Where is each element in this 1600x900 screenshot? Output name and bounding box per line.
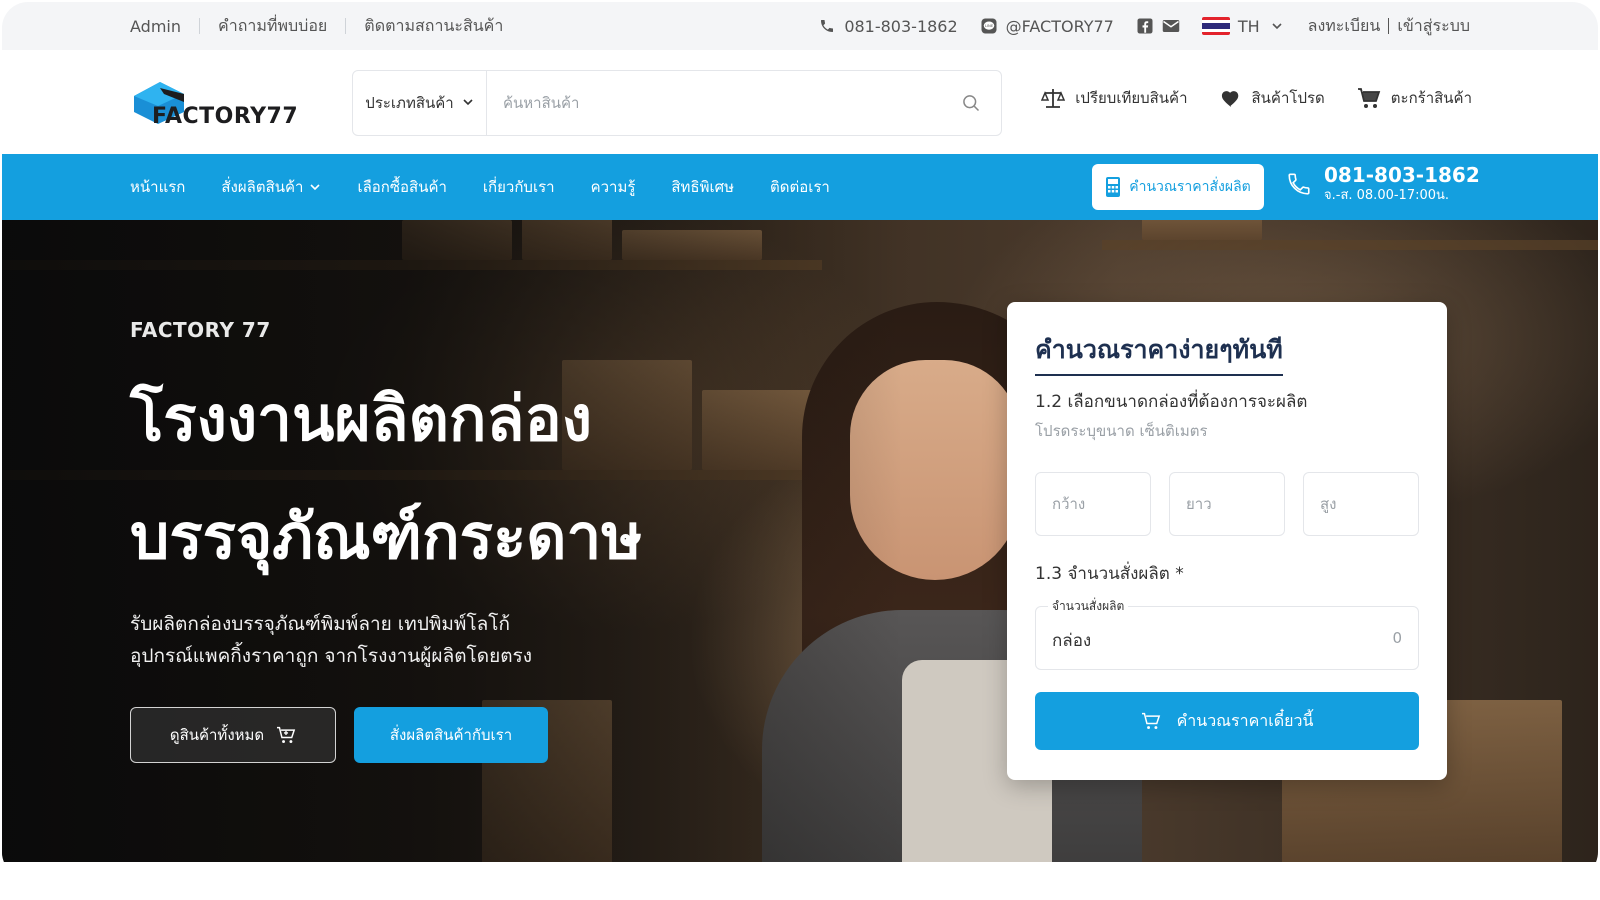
price-calculator-card: คำนวณราคาง่ายๆทันที 1.2 เลือกขนาดกล่องที… (1007, 302, 1447, 780)
topbar-phone-number: 081-803-1862 (844, 16, 958, 36)
calculate-now-label: คำนวณราคาเดี๋ยวนี้ (1176, 710, 1314, 730)
nav-phone-number: 081-803-1862 (1324, 163, 1480, 187)
category-select-label: ประเภทสินค้า (365, 94, 454, 112)
nav-item-shop[interactable]: เลือกซื้อสินค้า (357, 175, 446, 199)
compare-products-link[interactable]: เปรียบเทียบสินค้า (1041, 86, 1188, 110)
cart-link[interactable]: ตะกร้าสินค้า (1357, 86, 1472, 110)
box-size-hint: โปรดระบุขนาด เซ็นติเมตร (1035, 422, 1208, 440)
nav-phone-contact[interactable]: 081-803-1862 จ.-ส. 08.00-17:00น. (1286, 163, 1480, 205)
header-actions: เปรียบเทียบสินค้า สินค้าโปรด ตะกร้าสินค้… (1009, 86, 1472, 110)
compare-label: เปรียบเทียบสินค้า (1075, 89, 1188, 107)
nav-item-privileges[interactable]: สิทธิพิเศษ (671, 175, 734, 199)
dimension-inputs (1035, 472, 1419, 536)
cart-icon (1141, 712, 1160, 730)
nav-phone-text: 081-803-1862 จ.-ส. 08.00-17:00น. (1324, 163, 1480, 205)
register-link[interactable]: ลงทะเบียน (1308, 14, 1381, 39)
wishlist-link[interactable]: สินค้าโปรด (1220, 86, 1325, 110)
calc-button-label: คำนวณราคาสั่งผลิต (1129, 179, 1251, 195)
calculate-now-button[interactable]: คำนวณราคาเดี๋ยวนี้ (1035, 692, 1419, 750)
hero-title: โรงงานผลิตกล่อง บรรจุภัณฑ์กระดาษ (130, 360, 770, 596)
social-icons (1136, 17, 1180, 35)
shelf (1102, 240, 1598, 250)
search-input[interactable] (487, 71, 941, 135)
wishlist-label: สินค้าโปรด (1251, 89, 1325, 107)
browser-frame: Admin คำถามที่พบบ่อย ติดตามสถานะสินค้า 0… (2, 2, 1598, 878)
factory77-logo[interactable]: FACTORY77 (130, 74, 310, 132)
line-id: @FACTORY77 (1005, 16, 1114, 36)
quantity-value: 0 (1392, 629, 1402, 647)
site-header: FACTORY77 ประเภทสินค้า เปรียบเทียบสินค้า (2, 50, 1598, 154)
width-input[interactable] (1035, 472, 1151, 536)
divider (199, 18, 200, 34)
view-all-products-button[interactable]: ดูสินค้าทั้งหมด (130, 707, 336, 763)
category-select[interactable]: ประเภทสินค้า (353, 71, 487, 135)
line-icon: LINE (980, 17, 998, 35)
hero-description: รับผลิตกล่องบรรจุภัณฑ์พิมพ์ลาย เทปพิมพ์โ… (130, 608, 650, 672)
quantity-field[interactable]: จำนวนสั่งผลิต กล่อง 0 (1035, 597, 1419, 670)
chevron-down-icon (1268, 17, 1286, 35)
top-utility-bar: Admin คำถามที่พบบ่อย ติดตามสถานะสินค้า 0… (2, 2, 1598, 50)
quantity-unit: กล่อง (1052, 631, 1092, 651)
language-switcher[interactable]: TH (1201, 16, 1286, 36)
hero-title-line2: บรรจุภัณฑ์กระดาษ (130, 500, 643, 573)
heart-icon (1221, 91, 1238, 108)
calculator-icon (1106, 177, 1121, 197)
price-calculator-button[interactable]: คำนวณราคาสั่งผลิต (1092, 164, 1264, 210)
auth-links: ลงทะเบียน เข้าสู่ระบบ (1308, 14, 1470, 39)
chevron-down-icon (462, 94, 474, 112)
phone-icon (818, 17, 836, 35)
hero-desc-line2: อุปกรณ์แพคกิ้งราคาถูก จากโรงงานผู้ผลิตโด… (130, 645, 533, 667)
view-all-products-label: ดูสินค้าทั้งหมด (169, 726, 265, 744)
faq-link[interactable]: คำถามที่พบบ่อย (218, 14, 327, 39)
quantity-field-label: จำนวนสั่งผลิต (1048, 597, 1129, 616)
utility-links: Admin คำถามที่พบบ่อย ติดตามสถานะสินค้า (130, 2, 503, 50)
cart-icon (1357, 88, 1381, 108)
topbar-phone[interactable]: 081-803-1862 (818, 16, 958, 36)
calculator-title: คำนวณราคาง่ายๆทันที (1035, 330, 1283, 376)
nav-item-label: สั่งผลิตสินค้า (221, 178, 304, 196)
nav-menu: หน้าแรก สั่งผลิตสินค้า เลือกซื้อสินค้า เ… (130, 154, 866, 220)
facebook-icon[interactable] (1136, 17, 1154, 35)
nav-item-home[interactable]: หน้าแรก (130, 175, 185, 199)
hero-kicker: FACTORY 77 (130, 318, 271, 342)
divider (345, 18, 347, 34)
search-button[interactable] (941, 71, 1001, 135)
cart-icon (277, 726, 296, 744)
box-size-label: 1.2 เลือกขนาดกล่องที่ต้องการจะผลิต (1035, 392, 1308, 412)
logo-text: FACTORY77 (152, 104, 299, 129)
topbar-line[interactable]: LINE @FACTORY77 (980, 17, 1114, 36)
chevron-down-icon (310, 184, 321, 191)
nav-item-contact[interactable]: ติดต่อเรา (770, 175, 830, 199)
thailand-flag-icon (1201, 17, 1230, 35)
nav-item-custom-order[interactable]: สั่งผลิตสินค้า (221, 175, 321, 199)
utility-right: 081-803-1862 LINE @FACTORY77 TH ลงทะเบีย… (796, 2, 1470, 50)
order-with-us-button[interactable]: สั่งผลิตสินค้ากับเรา (354, 707, 548, 763)
nav-item-knowledge[interactable]: ความรู้ (591, 175, 636, 199)
search-bar: ประเภทสินค้า (352, 70, 1002, 136)
quantity-section-label: 1.3 จำนวนสั่งผลิต * (1035, 564, 1184, 584)
hero-title-line1: โรงงานผลิตกล่อง (130, 382, 592, 455)
search-icon (963, 95, 980, 112)
admin-link[interactable]: Admin (130, 17, 181, 36)
language-code: TH (1237, 16, 1260, 36)
phone-icon (1288, 173, 1310, 195)
business-hours: จ.-ส. 08.00-17:00น. (1324, 188, 1450, 203)
height-input[interactable] (1303, 472, 1419, 536)
email-icon[interactable] (1162, 17, 1180, 35)
divider (1388, 18, 1390, 34)
hero-desc-line1: รับผลิตกล่องบรรจุภัณฑ์พิมพ์ลาย เทปพิมพ์โ… (130, 613, 511, 635)
nav-item-about[interactable]: เกี่ยวกับเรา (483, 175, 555, 199)
login-link[interactable]: เข้าสู่ระบบ (1397, 14, 1470, 39)
scale-icon (1041, 89, 1066, 108)
order-tracking-link[interactable]: ติดตามสถานะสินค้า (364, 14, 503, 39)
cart-label: ตะกร้าสินค้า (1390, 89, 1472, 107)
svg-text:LINE: LINE (984, 24, 993, 28)
main-navigation: หน้าแรก สั่งผลิตสินค้า เลือกซื้อสินค้า เ… (2, 154, 1598, 220)
length-input[interactable] (1169, 472, 1285, 536)
cardboard-box (1142, 220, 1262, 240)
